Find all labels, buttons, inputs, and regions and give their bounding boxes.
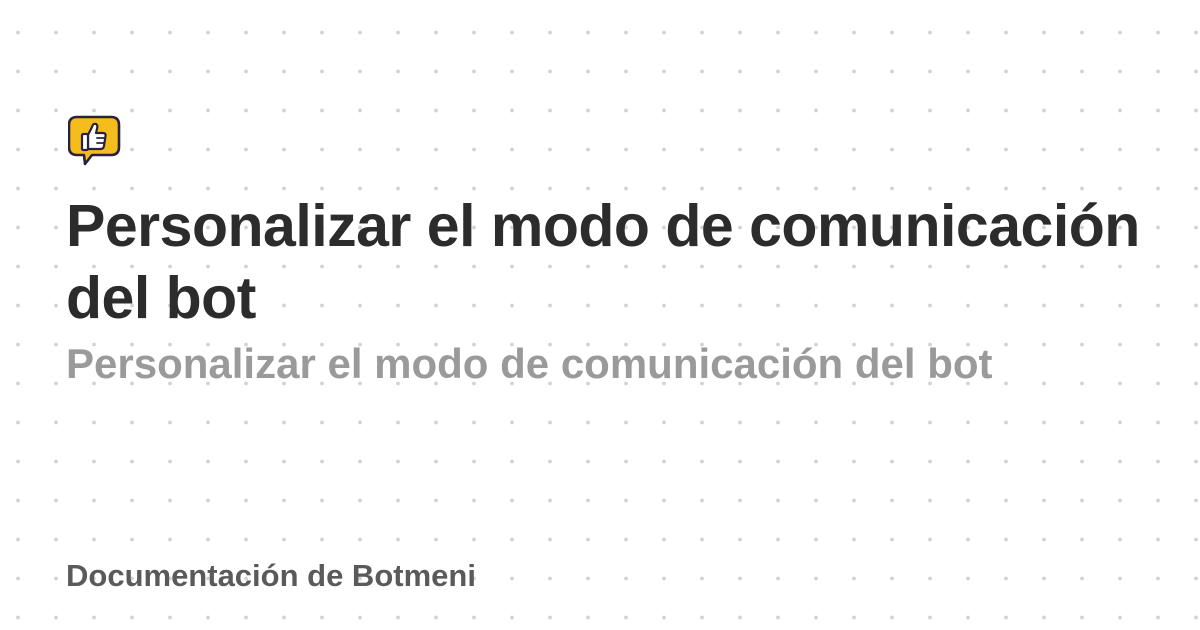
botmeni-logo: [68, 115, 122, 169]
thumbs-up-speech-bubble-icon: [68, 115, 121, 166]
site-name: Documentación de Botmeni: [66, 558, 476, 593]
page-title: Personalizar el modo de comunicación del…: [66, 193, 1140, 331]
page-subtitle: Personalizar el modo de comunicación del…: [66, 340, 993, 387]
